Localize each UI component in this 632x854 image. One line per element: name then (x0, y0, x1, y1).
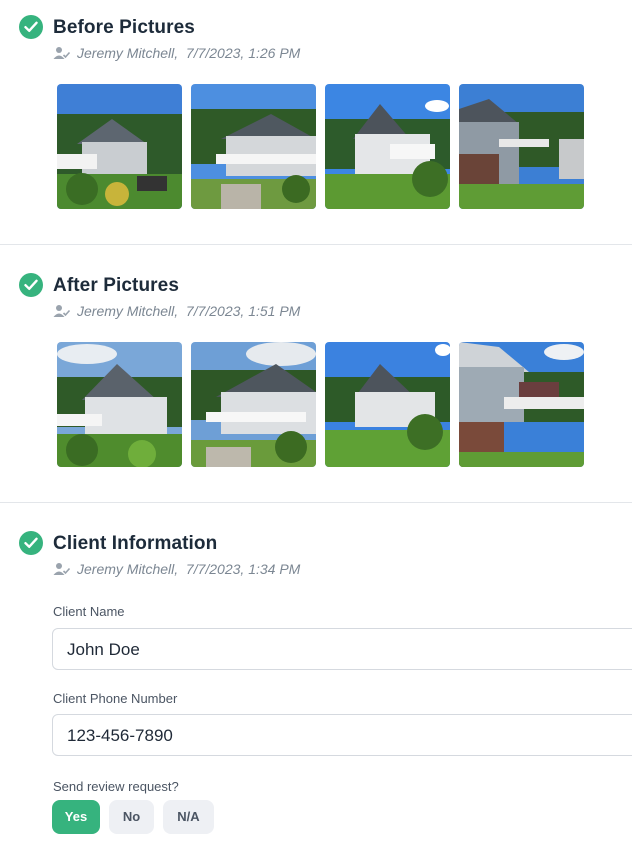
check-icon (19, 531, 43, 555)
user-check-icon (53, 563, 71, 575)
photo-gallery (57, 84, 584, 209)
photo-thumbnail[interactable] (57, 342, 182, 467)
photo-thumbnail[interactable] (191, 84, 316, 209)
client-phone-field[interactable]: 123-456-7890 (52, 714, 632, 756)
section-title: Before Pictures (53, 17, 195, 38)
section-divider (0, 244, 632, 245)
photo-gallery (57, 342, 584, 467)
check-icon (19, 15, 43, 39)
author-name: Jeremy Mitchell, (77, 561, 179, 577)
timestamp: 7/7/2023, 1:51 PM (185, 303, 301, 319)
section-title: Client Information (53, 533, 218, 554)
photo-thumbnail[interactable] (191, 342, 316, 467)
section-meta: Jeremy Mitchell, 7/7/2023, 1:26 PM (53, 45, 300, 61)
photo-thumbnail[interactable] (57, 84, 182, 209)
no-button[interactable]: No (109, 800, 154, 834)
client-phone-label: Client Phone Number (53, 691, 178, 706)
author-name: Jeremy Mitchell, (77, 45, 179, 61)
user-check-icon (53, 305, 71, 317)
timestamp: 7/7/2023, 1:26 PM (185, 45, 301, 61)
photo-thumbnail[interactable] (325, 342, 450, 467)
timestamp: 7/7/2023, 1:34 PM (185, 561, 301, 577)
section-meta: Jeremy Mitchell, 7/7/2023, 1:51 PM (53, 303, 300, 319)
check-icon (19, 273, 43, 297)
na-button[interactable]: N/A (163, 800, 214, 834)
photo-thumbnail[interactable] (459, 342, 584, 467)
client-name-label: Client Name (53, 604, 125, 619)
photo-thumbnail[interactable] (459, 84, 584, 209)
yes-button[interactable]: Yes (52, 800, 100, 834)
author-name: Jeremy Mitchell, (77, 303, 179, 319)
user-check-icon (53, 47, 71, 59)
photo-thumbnail[interactable] (325, 84, 450, 209)
review-request-label: Send review request? (53, 779, 179, 794)
section-title: After Pictures (53, 275, 179, 296)
client-name-field[interactable]: John Doe (52, 628, 632, 670)
section-divider (0, 502, 632, 503)
section-meta: Jeremy Mitchell, 7/7/2023, 1:34 PM (53, 561, 300, 577)
